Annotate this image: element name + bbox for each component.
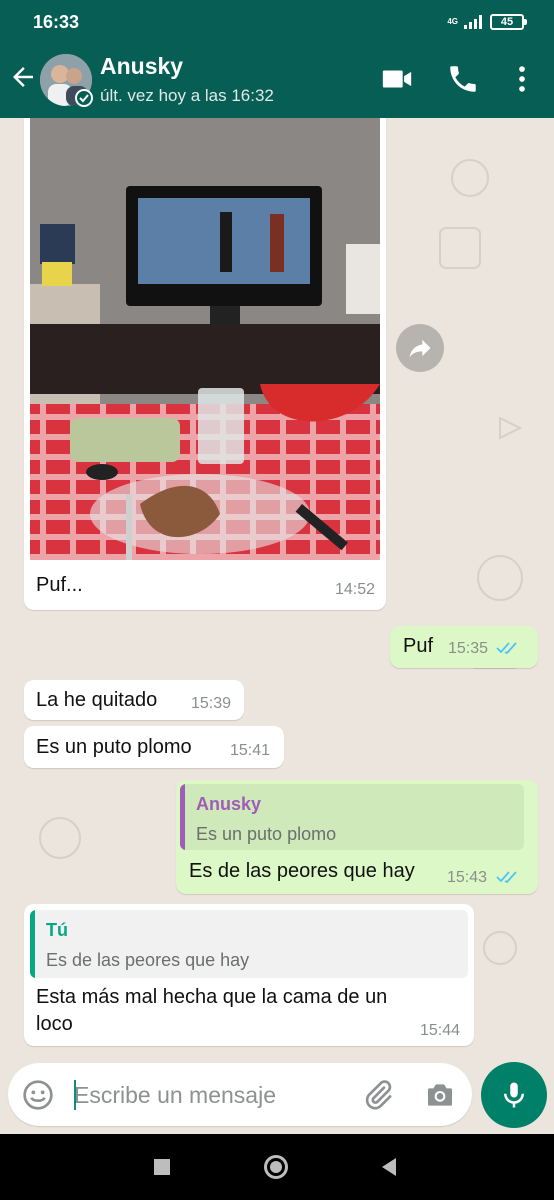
status-ring-icon [75,89,93,107]
message-time: 15:41 [230,742,271,759]
message-time: 15:39 [191,695,232,712]
video-call-icon[interactable] [380,62,414,96]
nav-home-icon[interactable] [264,1155,288,1179]
quote-text: Es de las peores que hay [46,950,250,970]
nav-back-icon[interactable] [380,1157,398,1177]
text-caret [74,1080,76,1110]
status-time: 16:33 [33,12,80,32]
message-input[interactable] [74,1078,324,1112]
message-text: Es un puto plomo [36,736,192,758]
status-bar: 16:33 4G 45 [0,0,554,40]
signal-icon [464,15,482,29]
message-outgoing-reply[interactable]: Anusky Es un puto plomo Es de las peores… [176,780,538,894]
quote-text: Es un puto plomo [196,824,337,844]
message-time: 15:43 [447,869,488,886]
more-vert-icon[interactable] [505,62,539,96]
message-time: 14:52 [335,581,376,598]
chat-area[interactable]: Puf... 14:52 Puf 15:35 La he quitado 15:… [0,118,554,1134]
forward-button[interactable] [396,324,444,372]
message-time: 15:35 [448,640,489,657]
contact-name[interactable]: Anusky [100,53,183,80]
read-ticks-icon [496,642,517,655]
message-outgoing[interactable]: Puf 15:35 [390,626,538,668]
message-incoming[interactable]: Es un puto plomo 15:41 [24,726,284,768]
message-time: 15:44 [420,1022,461,1039]
message-text: La he quitado [36,689,158,711]
quoted-message[interactable]: Tú Es de las peores que hay [30,910,468,978]
mic-icon [504,1082,524,1108]
message-incoming[interactable]: La he quitado 15:39 [24,680,244,720]
message-text: Puf [403,635,434,657]
quote-author: Anusky [196,794,262,814]
message-text-line1: Esta más mal hecha que la cama de un [36,986,388,1008]
system-nav-bar [0,1134,554,1200]
nav-recents-icon[interactable] [154,1159,170,1175]
read-ticks-icon [496,871,517,884]
quote-author: Tú [46,920,68,940]
message-incoming-reply[interactable]: Tú Es de las peores que hay Esta más mal… [24,904,474,1046]
quoted-message[interactable]: Anusky Es un puto plomo [180,784,524,850]
mic-button[interactable] [481,1062,547,1128]
attach-icon[interactable] [362,1079,394,1111]
image-caption: Puf... [36,574,83,596]
back-arrow-icon[interactable] [8,62,38,92]
message-text-line2: loco [36,1013,73,1035]
message-image-incoming[interactable]: Puf... 14:52 [24,118,386,610]
forward-icon [409,339,431,358]
last-seen: últ. vez hoy a las 16:32 [100,86,274,105]
message-composer [8,1063,472,1126]
camera-icon[interactable] [424,1079,456,1111]
battery-icon: 45 [490,14,527,30]
shared-photo[interactable] [30,118,380,560]
phone-icon[interactable] [446,62,480,96]
message-text: Es de las peores que hay [189,860,415,882]
network-type: 4G [447,17,458,26]
emoji-icon[interactable] [22,1079,54,1111]
chat-header: Anusky últ. vez hoy a las 16:32 [0,40,554,118]
